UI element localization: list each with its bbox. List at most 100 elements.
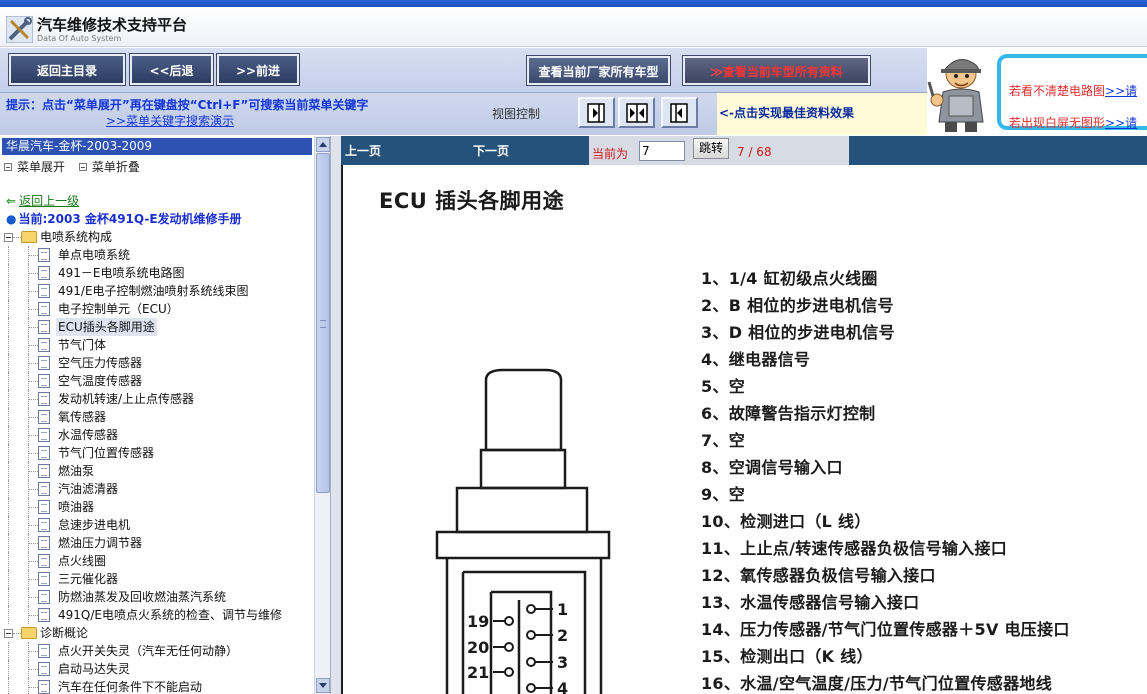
back-button[interactable]: <<后退 [129,53,214,86]
pin-item: 7、空 [701,431,746,450]
scroll-thumb[interactable] [316,153,330,493]
best-effect-hint[interactable]: <-点击实现最佳资料效果 [717,93,927,135]
tree-connector [8,300,9,318]
tree-item[interactable]: 491Q/E电喷点火系统的检查、调节与维修 [0,606,313,624]
tree-item[interactable]: 点火开关失灵（汽车无任何动静） [0,642,313,660]
scroll-down-icon[interactable] [316,678,330,693]
tree-item[interactable]: 燃油泵 [0,462,313,480]
connector-label-19: 19 [467,612,489,631]
maker-all-models-button[interactable]: 查看当前厂家所有车型 [526,55,671,86]
search-demo-link[interactable]: >>菜单关键字搜索演示 [106,112,234,129]
wrench-screwdriver-icon [6,16,33,43]
tree-item[interactable]: 水温传感器 [0,426,313,444]
help-panel: 若看不清楚电路图>>请 若出现白屏无图形>>请 [927,48,1147,135]
tree-item[interactable]: 单点电喷系统 [0,246,313,264]
document-icon [38,590,50,604]
pin-item: 9、空 [701,485,746,504]
tree-item[interactable]: 启动马达失灵 [0,660,313,678]
double-arrow-icon: ≫ [710,65,723,79]
prev-page-button[interactable]: 上一页 [345,142,381,159]
tree-item[interactable]: 喷油器 [0,498,313,516]
document-icon [38,410,50,424]
tree-connector [28,651,38,652]
tree-item[interactable]: 三元催化器 [0,570,313,588]
tree-item[interactable]: 电子控制单元（ECU） [0,300,313,318]
pin-item: 1、1/4 缸初级点火线圈 [701,269,878,288]
app-title: 汽车维修技术支持平台 [37,16,188,34]
forward-button[interactable]: >>前进 [216,53,300,86]
split-view-icon [626,103,648,123]
tree-item-label: 汽油滤清器 [58,482,119,496]
document-icon [38,464,50,478]
pin-item: 10、检测进口（L 线） [701,512,871,531]
menu-collapse-toggle[interactable]: 菜单折叠 [78,158,140,175]
folder-open-icon [21,627,37,639]
nav-scrollbar[interactable] [314,136,330,694]
tree-item[interactable]: 491－E电喷系统电路图 [0,264,313,282]
tree-connector [28,507,38,508]
tree-connector [28,561,38,562]
tree-item[interactable]: 防燃油蒸发及回收燃油蒸汽系统 [0,588,313,606]
help-white-screen-link[interactable]: >>请 [1105,116,1137,130]
main-menu-button[interactable]: 返回主目录 [8,53,126,86]
view-split-button[interactable] [618,97,655,128]
tree-group[interactable]: 电喷系统构成 [0,228,313,246]
tree-connector [28,678,29,694]
jump-button[interactable]: 跳转 [693,138,729,159]
tree-item-label: 防燃油蒸发及回收燃油蒸汽系统 [58,590,227,604]
app-header: 汽车维修技术支持平台 Data Of Auto System [0,7,1147,47]
tree-item[interactable]: 空气压力传感器 [0,354,313,372]
tree-connector [8,264,9,282]
tree-item[interactable]: 491/E电子控制燃油喷射系统线束图 [0,282,313,300]
tree-connector [8,552,9,570]
menu-expand-toggle[interactable]: 菜单展开 [4,158,65,175]
document-icon [38,608,50,622]
tree-item[interactable]: 发动机转速/上止点传感器 [0,390,313,408]
navigation-panel: 华晨汽车-金杯-2003-2009 菜单展开 菜单折叠 ⇐ 返回上一级 ● 当前:2… [0,136,331,694]
tree-item[interactable]: 燃油压力调节器 [0,534,313,552]
tree-item[interactable]: 节气门位置传感器 [0,444,313,462]
pin-item: 13、水温传感器信号输入接口 [701,593,920,612]
tree-item[interactable]: 空气温度传感器 [0,372,313,390]
pin-item: 3、D 相位的步进电机信号 [701,323,895,342]
tree-item[interactable]: 汽油滤清器 [0,480,313,498]
help-circuit-link[interactable]: >>请 [1105,84,1137,98]
connector-label-2: 2 [557,626,568,645]
back-up-level[interactable]: ⇐ 返回上一级 [6,192,79,209]
model-all-data-button[interactable]: ≫查看当前车型所有资料 [682,55,871,86]
tree-item[interactable]: 汽车在任何条件下不能启动 [0,678,313,694]
tree-item[interactable]: 点火线圈 [0,552,313,570]
collapse-icon[interactable] [4,629,13,638]
tree-item[interactable]: 怠速步进电机 [0,516,313,534]
connector-label-3: 3 [557,653,568,672]
tree-connector [28,255,38,256]
pin-item: 12、氧传感器负极信号输入接口 [701,566,936,585]
document-icon [38,248,50,262]
tree-connector [28,309,38,310]
tree-item[interactable]: 节气门体 [0,336,313,354]
next-page-button[interactable]: 下一页 [473,142,509,159]
tree-connector [8,444,9,462]
view-expand-left-button[interactable] [661,97,698,128]
tree-item[interactable]: 氧传感器 [0,408,313,426]
back-up-link[interactable]: 返回上一级 [19,194,79,208]
tree-connector [28,489,38,490]
view-expand-right-button[interactable] [578,97,615,128]
scroll-up-icon[interactable] [316,137,330,152]
pin-function-list: 1、1/4 缸初级点火线圈 2、B 相位的步进电机信号 3、D 相位的步进电机信号 4… [701,265,1070,694]
document-icon [38,446,50,460]
document-title: ECU 插头各脚用途 [379,189,565,213]
menu-toggles: 菜单展开 菜单折叠 [4,158,150,175]
tree-connector [8,390,9,408]
page-number-input[interactable] [639,141,685,161]
tree-group[interactable]: 诊断概论 [0,624,313,642]
window-title-strip [0,0,1147,7]
tree-item-label: 空气压力传感器 [58,356,143,370]
tree-connector [8,354,9,372]
document-icon [38,320,50,334]
document-icon [38,536,50,550]
document-icon [38,500,50,514]
tree-item-label: 燃油压力调节器 [58,536,143,550]
collapse-icon[interactable] [4,233,13,242]
tree-item[interactable]: ECU插头各脚用途 [0,318,313,336]
